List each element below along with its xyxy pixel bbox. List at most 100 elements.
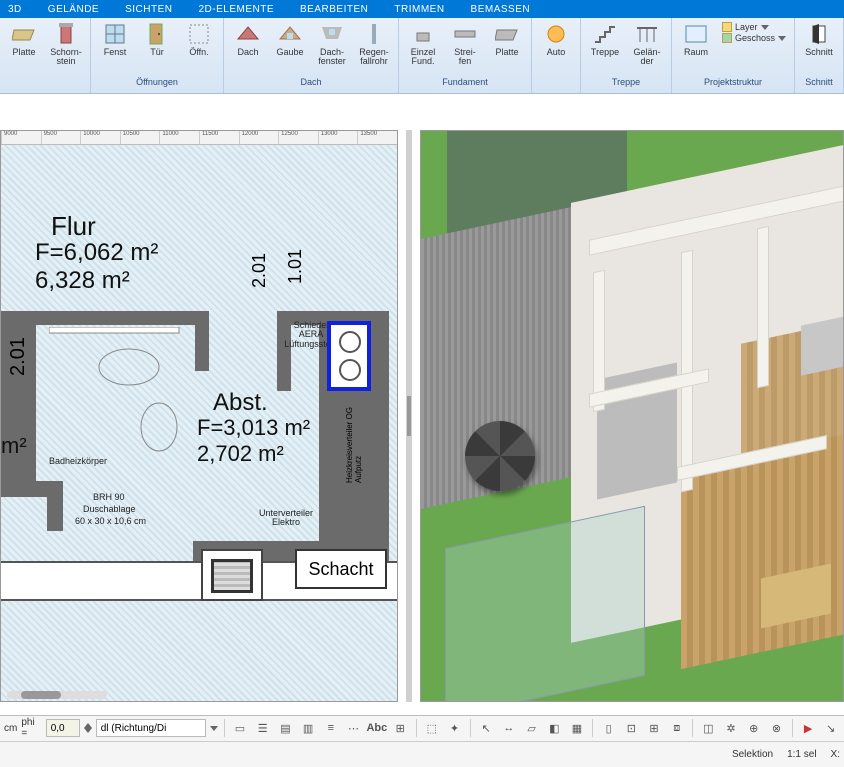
room-flur-area1: F=6,062 m² xyxy=(35,239,158,267)
tool-c[interactable]: ▤ xyxy=(276,718,295,738)
section-icon xyxy=(807,22,831,46)
roof-icon xyxy=(236,22,260,46)
phi-input[interactable] xyxy=(46,719,80,737)
footing-icon xyxy=(411,22,435,46)
gaube-button[interactable]: Gaube xyxy=(270,20,310,76)
fenster-button[interactable]: Fenst xyxy=(95,20,135,76)
selektion-label: Selektion xyxy=(732,749,773,760)
oeffnung-button[interactable]: Öffn. xyxy=(179,20,219,76)
slab-icon xyxy=(12,22,36,46)
tool-o[interactable]: ⊞ xyxy=(645,718,664,738)
tool-d[interactable]: ▥ xyxy=(299,718,318,738)
dim-label-2: 2.01 xyxy=(249,253,270,288)
storey-icon xyxy=(722,33,732,43)
schornstein-button[interactable]: Schorn- stein xyxy=(46,20,86,76)
tool-v[interactable]: ↘ xyxy=(821,718,840,738)
slab2-icon xyxy=(495,22,519,46)
dim-label-1: 1.01 xyxy=(285,249,306,284)
group-label-3: Fundament xyxy=(403,76,527,88)
room-icon xyxy=(684,22,708,46)
wall-segment xyxy=(1,311,209,325)
unit-label: cm xyxy=(4,723,17,734)
menu-2d[interactable]: 2D-ELEMENTE xyxy=(199,4,275,15)
chevron-down-icon[interactable] xyxy=(210,726,218,731)
tool-k[interactable]: ◧ xyxy=(545,718,564,738)
gelaender-button[interactable]: Gelän- der xyxy=(627,20,667,76)
layer-icon xyxy=(722,22,732,32)
menu-gelaende[interactable]: GELÄNDE xyxy=(48,4,99,15)
tool-b[interactable]: ☰ xyxy=(253,718,272,738)
tool-e[interactable]: ≡ xyxy=(321,718,340,738)
platte2-button[interactable]: Platte xyxy=(487,20,527,76)
group-label-4 xyxy=(536,76,576,78)
umbrella-3d xyxy=(465,421,535,491)
menu-3d[interactable]: 3D xyxy=(8,4,22,15)
tool-h[interactable]: ⬚ xyxy=(422,718,441,738)
tool-u[interactable]: ▶ xyxy=(799,718,818,738)
menu-trimmen[interactable]: TRIMMEN xyxy=(394,4,444,15)
model-3d-view[interactable] xyxy=(420,130,844,702)
tool-a[interactable]: ▭ xyxy=(231,718,250,738)
tool-text[interactable]: Abc xyxy=(367,718,387,738)
spinner-up-icon[interactable] xyxy=(84,723,92,728)
tool-s[interactable]: ⊕ xyxy=(744,718,763,738)
tool-m[interactable]: ▯ xyxy=(599,718,618,738)
tool-g[interactable]: ⊞ xyxy=(391,718,410,738)
auto-button[interactable]: Auto xyxy=(536,20,576,76)
vent-circle-icon xyxy=(339,359,361,381)
wall-segment xyxy=(47,481,63,531)
dusch-label: Duschablage xyxy=(83,505,136,514)
heizkreis-label: Heizkreisverteiler OG Aufputz xyxy=(345,407,363,483)
horizontal-scrollbar[interactable] xyxy=(7,691,107,699)
group-label-2: Dach xyxy=(228,76,394,88)
schacht-box: Schacht xyxy=(295,549,387,589)
ribbon-toolbar: Platte Schorn- stein Fenst Tür Öffn. Öff… xyxy=(0,18,844,94)
treppe-button[interactable]: Treppe xyxy=(585,20,625,76)
streifen-button[interactable]: Strei- fen xyxy=(445,20,485,76)
dormer-icon xyxy=(278,22,302,46)
floorplan-2d-view[interactable]: 9000950010000105001100011500120001250013… xyxy=(0,130,398,702)
brh-label: BRH 90 xyxy=(93,493,125,502)
dim-label-3: 2.01 xyxy=(7,337,30,376)
room-abst-area1: F=3,013 m² xyxy=(197,415,310,441)
glass-roof-3d xyxy=(445,506,645,702)
tool-f[interactable]: ⋯ xyxy=(344,718,363,738)
tool-q[interactable]: ◫ xyxy=(699,718,718,738)
downpipe-icon xyxy=(362,22,386,46)
schnitt-button[interactable]: Schnitt xyxy=(799,20,839,76)
raum-button[interactable]: Raum xyxy=(676,20,716,76)
tool-j[interactable]: ▱ xyxy=(522,718,541,738)
x-label: X: xyxy=(831,749,840,760)
roof-window-icon xyxy=(320,22,344,46)
platte-button[interactable]: Platte xyxy=(4,20,44,76)
dl-input[interactable] xyxy=(96,719,206,737)
geschoss-option[interactable]: Geschoss xyxy=(722,33,786,43)
scale-label: 1:1 sel xyxy=(787,749,816,760)
tool-move[interactable]: ↔ xyxy=(500,718,519,738)
chimney-icon xyxy=(54,22,78,46)
tool-l[interactable]: ▦ xyxy=(568,718,587,738)
regenrohr-button[interactable]: Regen- fallrohr xyxy=(354,20,394,76)
menu-bearbeiten[interactable]: BEARBEITEN xyxy=(300,4,368,15)
view-splitter[interactable] xyxy=(406,130,412,702)
tool-n[interactable]: ⊡ xyxy=(622,718,641,738)
tool-t[interactable]: ⊗ xyxy=(767,718,786,738)
room-abst-area2: 2,702 m² xyxy=(197,441,284,467)
dach-button[interactable]: Dach xyxy=(228,20,268,76)
furniture-3d xyxy=(801,316,844,375)
menu-bemassen[interactable]: BEMASSEN xyxy=(471,4,531,15)
dachfenster-button[interactable]: Dach- fenster xyxy=(312,20,352,76)
menu-sichten[interactable]: SICHTEN xyxy=(125,4,172,15)
room-flur-name: Flur xyxy=(51,211,96,242)
tool-cursor[interactable]: ↖ xyxy=(477,718,496,738)
tool-i[interactable]: ✦ xyxy=(445,718,464,738)
layer-option[interactable]: Layer xyxy=(722,22,786,32)
tool-r[interactable]: ✲ xyxy=(722,718,741,738)
duschsize-label: 60 x 30 x 10,6 cm xyxy=(75,517,146,526)
tuer-button[interactable]: Tür xyxy=(137,20,177,76)
tool-p[interactable]: ⧈ xyxy=(667,718,686,738)
door-icon xyxy=(145,22,169,46)
einzelfund-button[interactable]: Einzel Fund. xyxy=(403,20,443,76)
phi-label: phi = xyxy=(21,717,41,739)
spinner-down-icon[interactable] xyxy=(84,728,92,733)
